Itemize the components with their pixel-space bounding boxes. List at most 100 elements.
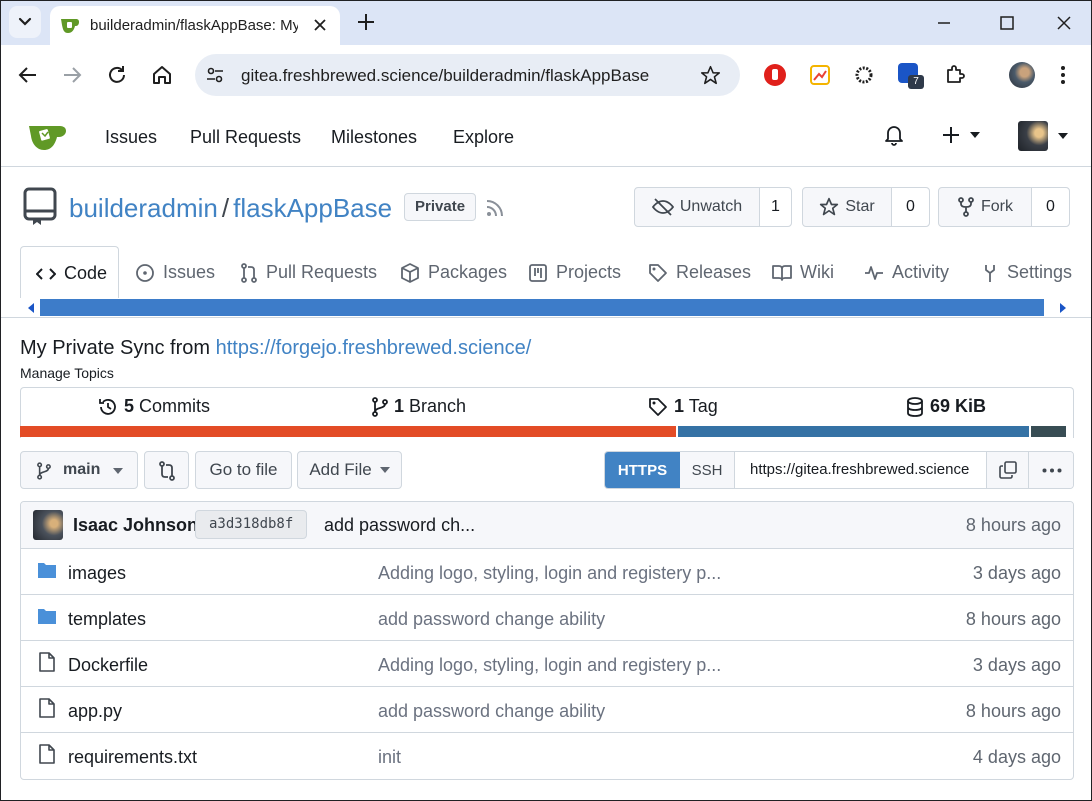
sun-extension-icon[interactable] xyxy=(853,64,875,86)
branch-selector[interactable]: main xyxy=(20,451,138,489)
star-button[interactable]: Star xyxy=(803,188,891,226)
more-clone-options-button[interactable] xyxy=(1028,452,1073,488)
private-badge: Private xyxy=(404,193,477,221)
language-bar[interactable] xyxy=(20,426,1074,437)
watch-count[interactable]: 1 xyxy=(759,188,791,226)
file-commit-message[interactable]: Adding logo, styling, login and register… xyxy=(378,563,721,584)
reload-icon[interactable] xyxy=(106,64,128,86)
git-compare-icon xyxy=(159,461,175,481)
browser-tab-active[interactable]: builderadmin/flaskAppBase: My xyxy=(50,6,340,45)
compare-button[interactable] xyxy=(144,451,189,489)
git-branch-icon xyxy=(37,462,51,480)
commit-author-avatar[interactable] xyxy=(33,510,63,540)
adblock-extension-icon[interactable] xyxy=(764,64,786,86)
tab-count-extension-icon[interactable]: 7 xyxy=(898,63,924,89)
fork-button[interactable]: Fork xyxy=(939,188,1031,226)
color-picker-extension-icon[interactable] xyxy=(809,64,831,86)
tab-wiki[interactable]: Wiki xyxy=(772,262,834,283)
site-settings-icon[interactable] xyxy=(205,65,225,85)
repo-name-link[interactable]: flaskAppBase xyxy=(233,193,392,223)
rss-feed-icon[interactable] xyxy=(485,198,505,218)
tab-projects[interactable]: Projects xyxy=(528,262,621,283)
unwatch-button[interactable]: Unwatch xyxy=(635,188,759,226)
table-row[interactable]: templates add password change ability 8 … xyxy=(20,594,1073,640)
manage-topics-link[interactable]: Manage Topics xyxy=(20,365,114,381)
back-arrow-icon[interactable] xyxy=(17,64,39,86)
repo-owner-link[interactable]: builderadmin xyxy=(69,193,218,223)
add-file-button[interactable]: Add File xyxy=(297,451,402,489)
table-row[interactable]: app.py add password change ability 8 hou… xyxy=(20,686,1073,732)
bookmark-star-icon[interactable] xyxy=(700,65,721,86)
nav-milestones[interactable]: Milestones xyxy=(331,127,417,148)
maximize-icon[interactable] xyxy=(997,13,1017,33)
file-commit-message[interactable]: init xyxy=(378,747,401,768)
commit-message[interactable]: add password ch... xyxy=(324,515,475,536)
fork-count[interactable]: 0 xyxy=(1031,188,1069,226)
code-icon xyxy=(36,267,56,280)
go-to-file-button[interactable]: Go to file xyxy=(195,451,292,489)
nav-pull-requests[interactable]: Pull Requests xyxy=(190,127,301,148)
file-name[interactable]: app.py xyxy=(68,701,122,722)
ssh-button[interactable]: SSH xyxy=(680,452,735,488)
tab-search-button[interactable] xyxy=(9,6,41,38)
tab-scrollbar-thumb[interactable] xyxy=(40,299,1044,316)
tab-settings[interactable]: Settings xyxy=(981,262,1072,283)
nav-issues[interactable]: Issues xyxy=(105,127,157,148)
file-name[interactable]: requirements.txt xyxy=(68,747,197,768)
star-count[interactable]: 0 xyxy=(891,188,929,226)
user-menu[interactable] xyxy=(1018,121,1070,151)
caret-down-icon xyxy=(113,468,123,474)
tab-activity[interactable]: Activity xyxy=(864,262,949,283)
copy-url-button[interactable] xyxy=(986,452,1028,488)
branch-stat[interactable]: 1 Branch xyxy=(372,396,466,417)
tab-code[interactable]: Code xyxy=(20,246,119,298)
commit-sha[interactable]: a3d318db8f xyxy=(195,510,308,539)
profile-avatar[interactable] xyxy=(1009,62,1035,88)
tab-pull-requests[interactable]: Pull Requests xyxy=(240,262,377,283)
url-text[interactable]: gitea.freshbrewed.science/builderadmin/f… xyxy=(241,66,649,86)
tab-releases[interactable]: Releases xyxy=(648,262,751,283)
scroll-right-icon[interactable] xyxy=(1058,302,1068,314)
language-bar-segment[interactable] xyxy=(678,426,1029,437)
table-row[interactable]: requirements.txt init 4 days ago xyxy=(20,732,1073,778)
clone-url-input[interactable]: https://gitea.freshbrewed.science xyxy=(736,452,986,488)
commit-author[interactable]: Isaac Johnson xyxy=(73,515,198,536)
branch-name: main xyxy=(63,461,101,478)
git-pull-request-icon xyxy=(241,262,257,283)
copy-icon xyxy=(999,461,1017,479)
browser-menu-icon[interactable] xyxy=(1058,64,1068,86)
tag-stat[interactable]: 1 Tag xyxy=(648,396,718,417)
tab-packages[interactable]: Packages xyxy=(400,262,507,283)
clone-panel: HTTPS SSH https://gitea.freshbrewed.scie… xyxy=(604,451,1074,489)
commits-stat[interactable]: 5 Commits xyxy=(98,396,210,417)
home-icon[interactable] xyxy=(151,64,173,86)
kebab-horizontal-icon xyxy=(1042,468,1062,473)
close-tab-icon[interactable] xyxy=(312,17,328,33)
description-link[interactable]: https://forgejo.freshbrewed.science/ xyxy=(216,337,532,359)
minimize-icon[interactable] xyxy=(934,13,954,33)
notifications-bell-icon[interactable] xyxy=(884,124,904,146)
address-bar[interactable]: gitea.freshbrewed.science/builderadmin/f… xyxy=(195,54,740,96)
https-button[interactable]: HTTPS xyxy=(605,452,680,488)
table-row[interactable]: Dockerfile Adding logo, styling, login a… xyxy=(20,640,1073,686)
file-commit-message[interactable]: add password change ability xyxy=(378,609,605,630)
tab-issues[interactable]: Issues xyxy=(135,262,215,283)
file-name[interactable]: Dockerfile xyxy=(68,655,148,676)
create-new-menu[interactable] xyxy=(942,124,984,146)
file-name[interactable]: images xyxy=(68,563,126,584)
gitea-favicon-icon xyxy=(61,19,79,33)
language-bar-segment[interactable] xyxy=(1030,426,1066,437)
language-bar-segment[interactable] xyxy=(20,426,677,437)
file-commit-message[interactable]: Adding logo, styling, login and register… xyxy=(378,655,721,676)
nav-explore[interactable]: Explore xyxy=(453,127,514,148)
file-name[interactable]: templates xyxy=(68,609,146,630)
extensions-puzzle-icon[interactable] xyxy=(944,63,966,85)
file-commit-message[interactable]: add password change ability xyxy=(378,701,605,722)
new-tab-icon[interactable] xyxy=(356,12,376,32)
star-count-value: 0 xyxy=(906,198,915,215)
forward-arrow-icon[interactable] xyxy=(61,64,83,86)
gitea-logo-icon[interactable] xyxy=(28,122,68,152)
close-window-icon[interactable] xyxy=(1054,13,1074,33)
table-row[interactable]: images Adding logo, styling, login and r… xyxy=(20,548,1073,594)
scroll-left-icon[interactable] xyxy=(26,302,36,314)
